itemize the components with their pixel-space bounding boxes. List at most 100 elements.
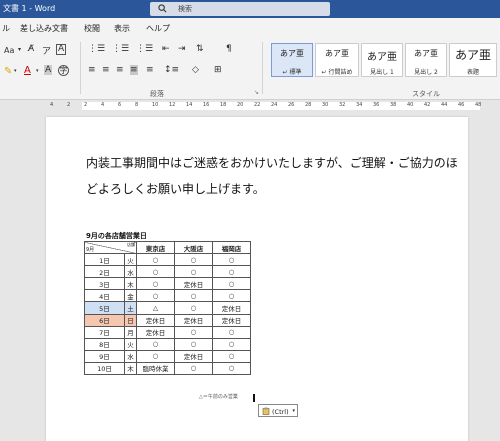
table-corner-cell[interactable]: 9月 店舗 [84,240,137,255]
bullets-icon[interactable]: ⋮☰ [88,44,105,54]
status-cell[interactable]: ○ [174,301,213,315]
status-cell[interactable]: ○ [212,253,251,267]
style-heading-2[interactable]: あア亜 見出し 2 [405,43,447,77]
date-cell[interactable]: 5日 [84,301,125,315]
multilevel-list-icon[interactable]: ⋮☰ [136,44,153,54]
weekday-cell[interactable]: 日 [124,313,137,327]
tab-help[interactable]: ヘルプ [146,23,170,34]
header-fukuoka[interactable]: 福岡店 [212,240,251,255]
status-cell[interactable]: ○ [212,349,251,363]
status-cell[interactable]: 臨時休業 [136,361,175,376]
style-heading-1[interactable]: あア亜 見出し 1 [361,43,403,77]
date-cell[interactable]: 8日 [84,337,125,351]
document-page[interactable]: 内装工事期間中はご迷惑をおかけいたしますが、ご理解・ご協力のほ どよろしくお願い… [46,117,468,441]
status-cell[interactable]: 定休日 [174,277,213,291]
status-cell[interactable]: 定休日 [136,325,175,339]
date-cell[interactable]: 9日 [84,349,125,363]
align-left-icon[interactable]: ≡ [88,65,96,75]
status-cell[interactable]: ○ [136,337,175,351]
numbering-icon[interactable]: ⋮☰ [112,44,129,54]
change-case-button[interactable]: Aa [4,46,14,55]
ruler-tick: 48 [475,102,482,108]
status-cell[interactable]: ○ [212,277,251,291]
paste-options-button[interactable]: (Ctrl) ▾ [258,404,298,417]
style-no-spacing[interactable]: あア亜 ↵ 行間詰め [315,43,359,77]
status-cell[interactable]: ○ [136,253,175,267]
status-cell[interactable]: ○ [136,349,175,363]
status-cell[interactable]: 定休日 [212,313,251,327]
align-right-icon[interactable]: ≡ [116,65,124,75]
status-cell[interactable]: ○ [136,289,175,303]
header-tokyo[interactable]: 東京店 [136,240,175,255]
change-case-caret-icon[interactable]: ▾ [18,46,21,53]
status-cell[interactable]: 定休日 [174,349,213,363]
status-cell[interactable]: ○ [212,337,251,351]
status-cell[interactable]: ○ [212,325,251,339]
decrease-indent-icon[interactable]: ⇤ [162,44,170,54]
status-cell[interactable]: 定休日 [174,313,213,327]
increase-indent-icon[interactable]: ⇥ [178,44,186,54]
status-cell[interactable]: ○ [212,361,251,376]
date-cell[interactable]: 10日 [84,361,125,376]
ruler-tick: 34 [356,102,363,108]
status-cell[interactable]: ○ [212,265,251,279]
weekday-cell[interactable]: 火 [124,253,137,267]
ruler-tick: 16 [203,102,210,108]
distributed-icon[interactable]: ≡ [146,65,154,75]
date-cell[interactable]: 7日 [84,325,125,339]
status-cell[interactable]: ○ [174,253,213,267]
justify-icon[interactable]: ≡ [130,65,138,75]
date-cell[interactable]: 6日 [84,313,125,327]
status-cell[interactable]: △ [136,301,175,315]
weekday-cell[interactable]: 月 [124,325,137,339]
tab-view[interactable]: 表示 [114,23,130,34]
ruler-tick: 10 [152,102,159,108]
char-shading-icon[interactable]: A [44,65,53,75]
line-spacing-icon[interactable]: ↕≡ [164,65,179,75]
font-color-icon[interactable]: A [24,65,31,76]
status-cell[interactable]: 定休日 [136,313,175,327]
phonetic-guide-icon[interactable]: ア [42,44,51,57]
search-box[interactable]: 検索 [150,2,330,16]
status-cell[interactable]: ○ [212,289,251,303]
date-cell[interactable]: 4日 [84,289,125,303]
paragraph-launcher-icon[interactable]: ↘ [254,89,259,96]
tab-partial[interactable]: ル [2,23,10,34]
status-cell[interactable]: ○ [174,325,213,339]
status-cell[interactable]: 定休日 [212,301,251,315]
align-center-icon[interactable]: ≡ [102,65,110,75]
font-color-caret-icon[interactable]: ▾ [36,68,39,74]
highlight-icon[interactable]: ✎ [4,66,12,77]
date-cell[interactable]: 3日 [84,277,125,291]
status-cell[interactable]: ○ [174,289,213,303]
show-marks-icon[interactable]: ¶ [226,44,232,54]
date-cell[interactable]: 1日 [84,253,125,267]
weekday-cell[interactable]: 火 [124,337,137,351]
status-cell[interactable]: ○ [136,265,175,279]
horizontal-ruler[interactable]: 4 2 2 4 6 8 10 12 14 16 18 20 22 24 26 28 30 32 34 36 38 40 42… [0,101,500,111]
shading-icon[interactable]: ◇ [192,65,199,75]
tab-review[interactable]: 校閲 [84,23,100,34]
enclose-char-icon[interactable]: 字 [58,65,69,76]
char-border-icon[interactable]: A [56,44,67,55]
weekday-cell[interactable]: 木 [124,277,137,291]
style-normal[interactable]: あア亜 ↵ 標準 [271,43,313,77]
header-osaka[interactable]: 大阪店 [174,240,213,255]
weekday-cell[interactable]: 水 [124,265,137,279]
status-cell[interactable]: ○ [174,337,213,351]
weekday-cell[interactable]: 木 [124,361,137,376]
style-title[interactable]: あア亜 表題 [449,43,497,77]
weekday-cell[interactable]: 土 [124,301,137,315]
sort-icon[interactable]: ⇅ [196,44,204,54]
date-cell[interactable]: 2日 [84,265,125,279]
clear-format-icon[interactable]: A̸ [28,44,34,54]
tab-mailings[interactable]: 差し込み文書 [20,23,68,34]
borders-icon[interactable]: ⊞ [214,65,222,75]
weekday-cell[interactable]: 金 [124,289,137,303]
status-cell[interactable]: ○ [174,265,213,279]
weekday-cell[interactable]: 水 [124,349,137,363]
highlight-caret-icon[interactable]: ▾ [14,68,17,74]
schedule-table[interactable]: 9月 店舗 東京店 大阪店 福岡店 1日火 ○ ○ ○ 2日水 ○ ○ ○ 3日木 ○ 定休日 ○ 4日… [84,240,251,376]
status-cell[interactable]: ○ [136,277,175,291]
status-cell[interactable]: ○ [174,361,213,376]
